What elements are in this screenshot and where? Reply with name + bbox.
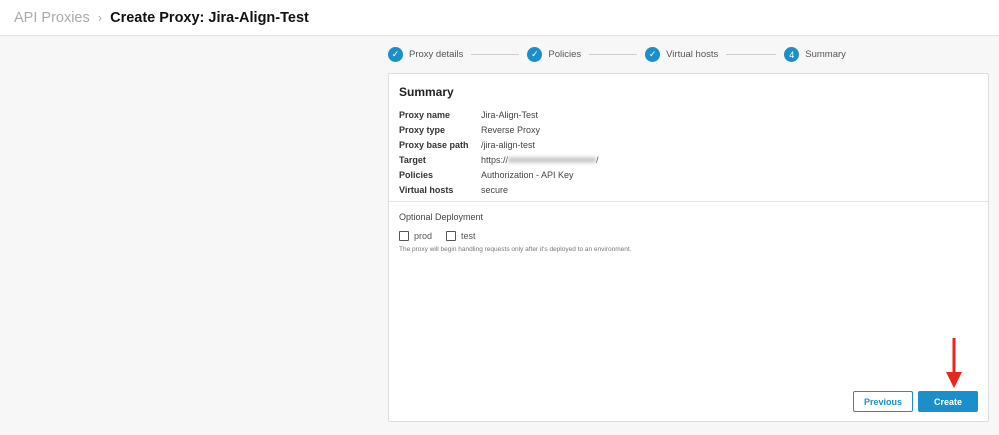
detail-row: Policies Authorization - API Key bbox=[399, 169, 574, 180]
checkbox-icon[interactable] bbox=[446, 231, 457, 241]
step-summary: 4 Summary bbox=[784, 47, 846, 62]
step-label: Virtual hosts bbox=[666, 49, 719, 60]
step-label: Policies bbox=[548, 49, 582, 60]
checkbox-icon[interactable] bbox=[399, 231, 409, 241]
detail-row: Proxy type Reverse Proxy bbox=[399, 124, 541, 135]
previous-button[interactable]: Previous bbox=[853, 391, 913, 412]
divider bbox=[389, 201, 988, 202]
step-connector bbox=[471, 54, 520, 55]
checkbox-prod[interactable]: prod bbox=[399, 231, 432, 241]
detail-row: Target https:/// bbox=[399, 154, 599, 165]
step-connector bbox=[589, 54, 638, 55]
step-virtual-hosts[interactable]: ✓ Virtual hosts bbox=[645, 47, 718, 62]
deployment-note: The proxy will begin handling requests o… bbox=[399, 246, 632, 253]
summary-title: Summary bbox=[399, 85, 454, 99]
step-connector bbox=[726, 54, 777, 55]
page-title: Create Proxy: Jira-Align-Test bbox=[110, 9, 309, 26]
step-number: 4 bbox=[784, 47, 800, 62]
create-button[interactable]: Create bbox=[918, 391, 978, 412]
red-arrow-annotation-icon bbox=[946, 338, 962, 388]
check-icon: ✓ bbox=[527, 47, 543, 62]
step-proxy-details[interactable]: ✓ Proxy details bbox=[388, 47, 463, 62]
step-label: Proxy details bbox=[409, 49, 464, 60]
step-label: Summary bbox=[805, 49, 846, 60]
detail-row: Proxy base path/jira-align-test bbox=[399, 139, 536, 150]
check-icon: ✓ bbox=[645, 47, 661, 62]
checkbox-test[interactable]: test bbox=[446, 231, 476, 241]
optional-deployment-label: Optional Deployment bbox=[399, 212, 484, 222]
detail-row: Virtual hosts secure bbox=[399, 184, 509, 195]
detail-row: Proxy name Jira-Align-Test bbox=[399, 109, 539, 120]
breadcrumb-api-proxies[interactable]: API Proxies bbox=[14, 10, 90, 26]
page-header: API Proxies › Create Proxy: Jira-Align-T… bbox=[0, 0, 999, 36]
target-value: https:/// bbox=[481, 154, 599, 165]
chevron-right-icon: › bbox=[97, 10, 103, 25]
summary-card: Summary Proxy name Jira-Align-Test Proxy … bbox=[388, 73, 989, 422]
summary-details: Proxy name Jira-Align-Test Proxy type Reve… bbox=[399, 107, 599, 197]
step-policies[interactable]: ✓ Policies bbox=[527, 47, 581, 62]
check-icon: ✓ bbox=[388, 47, 403, 62]
redacted-host bbox=[508, 157, 597, 164]
wizard-stepper: ✓ Proxy details ✓ Policies ✓ Virtual hosts … bbox=[388, 47, 846, 62]
